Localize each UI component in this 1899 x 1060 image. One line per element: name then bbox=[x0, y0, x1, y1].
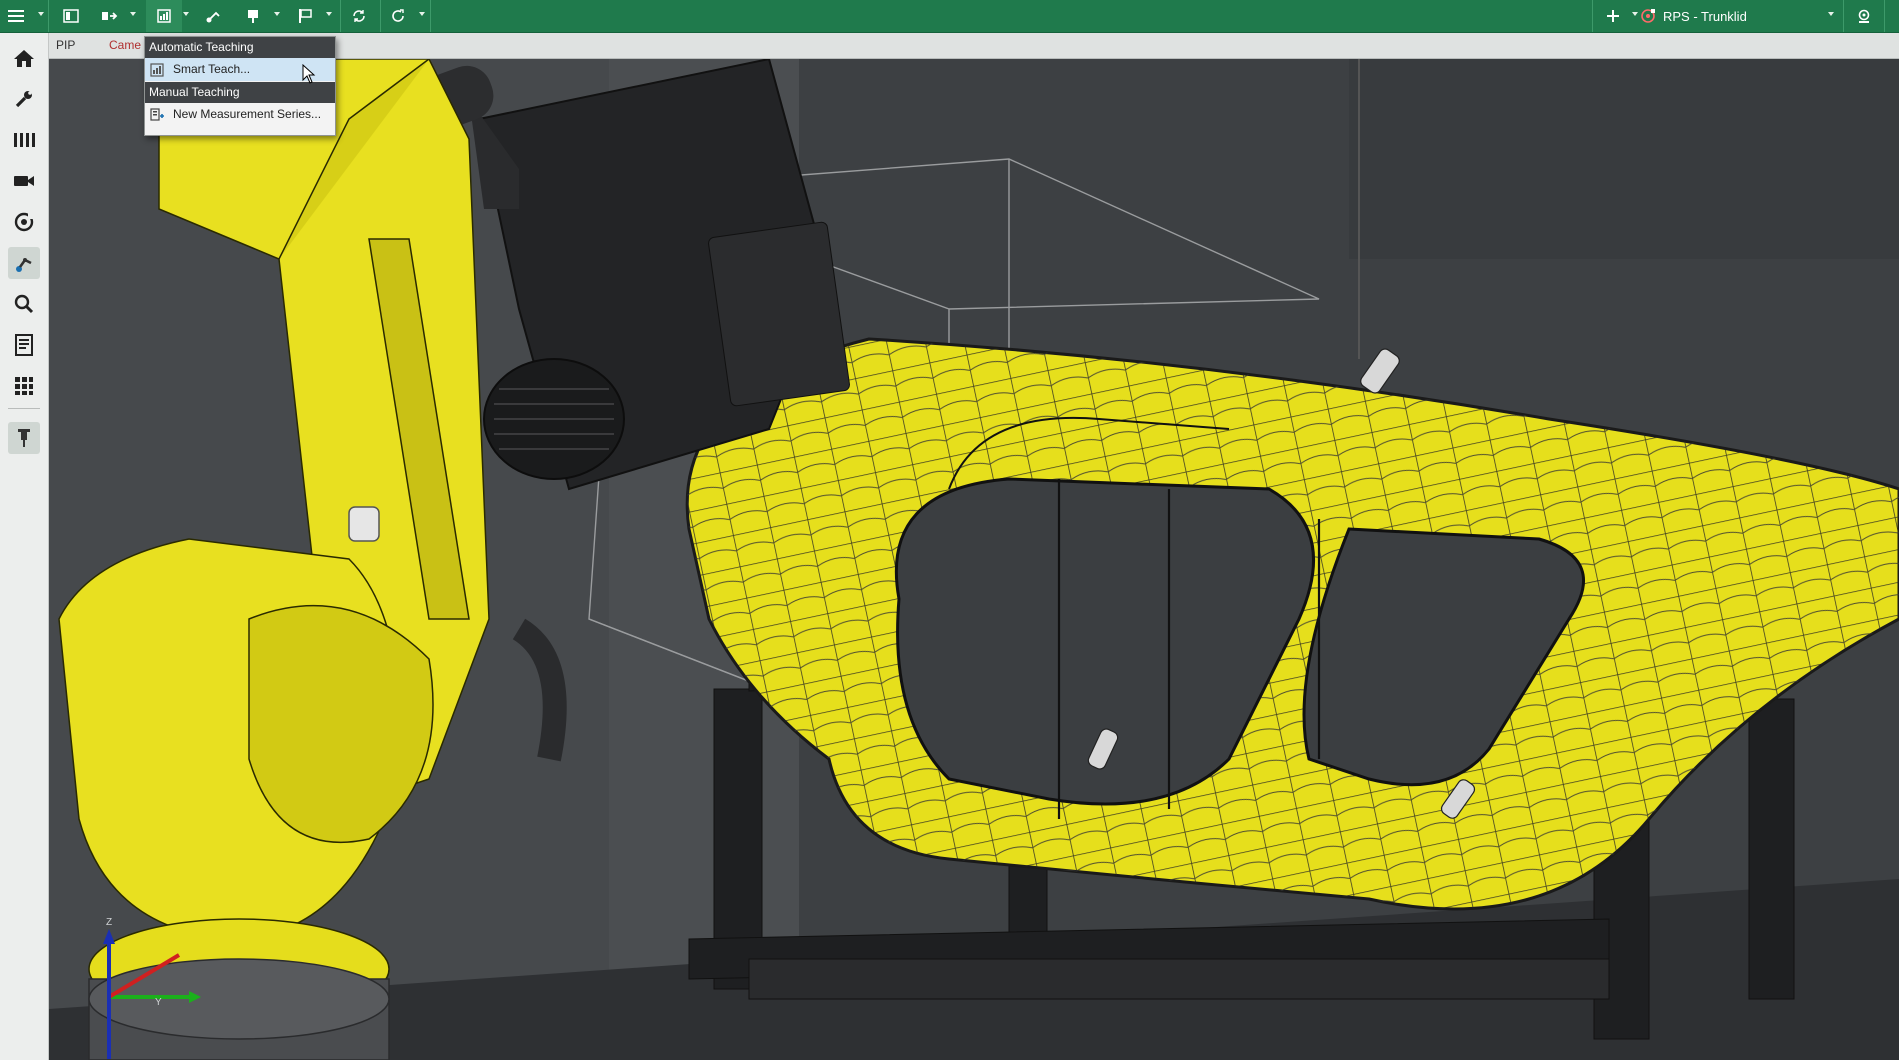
layout-panels-icon[interactable] bbox=[56, 0, 86, 32]
new-measurement-series-label: New Measurement Series... bbox=[173, 107, 322, 121]
chevron-down-icon[interactable] bbox=[274, 12, 280, 16]
scene-render: Z Y bbox=[49, 59, 1899, 1060]
chevron-down-icon[interactable] bbox=[419, 12, 425, 16]
path-tool-icon[interactable] bbox=[198, 0, 228, 32]
teach-icon bbox=[150, 62, 164, 85]
report-icon[interactable] bbox=[8, 329, 40, 361]
project-selector[interactable]: RPS - Trunklid bbox=[1640, 0, 1834, 32]
left-sidebar bbox=[0, 33, 49, 1060]
gauge-icon[interactable] bbox=[238, 0, 268, 32]
plus-icon[interactable] bbox=[1598, 0, 1628, 32]
chevron-down-icon[interactable] bbox=[38, 12, 44, 16]
hamburger-menu-icon[interactable] bbox=[0, 0, 32, 32]
rotate-view-icon[interactable] bbox=[8, 206, 40, 238]
measurement-series-icon bbox=[150, 107, 164, 130]
mouse-pointer-icon bbox=[302, 63, 316, 89]
project-name: RPS - Trunklid bbox=[1663, 8, 1747, 24]
move-robot-icon[interactable] bbox=[96, 0, 124, 32]
chevron-down-icon[interactable] bbox=[1828, 12, 1834, 16]
chevron-down-icon[interactable] bbox=[183, 12, 189, 16]
pin-icon[interactable] bbox=[8, 422, 40, 454]
columns-icon[interactable] bbox=[8, 124, 40, 156]
menu-item-new-measurement-series[interactable]: New Measurement Series... bbox=[145, 103, 335, 126]
wrench-icon[interactable] bbox=[8, 83, 40, 115]
teach-icon[interactable] bbox=[146, 0, 182, 32]
redo-icon[interactable] bbox=[384, 0, 414, 32]
3d-viewport[interactable]: Z Y bbox=[49, 59, 1899, 1060]
flag-icon[interactable] bbox=[290, 0, 320, 32]
grid-icon[interactable] bbox=[8, 370, 40, 402]
axis-label-z: Z bbox=[106, 917, 112, 928]
home-icon[interactable] bbox=[8, 42, 40, 74]
sync-icon[interactable] bbox=[344, 0, 374, 32]
robot-arm-icon[interactable] bbox=[8, 247, 40, 279]
tab-camera[interactable]: Came bbox=[102, 33, 148, 58]
chevron-down-icon[interactable] bbox=[326, 12, 332, 16]
main-toolbar: RPS - Trunklid bbox=[0, 0, 1899, 33]
chevron-down-icon[interactable] bbox=[130, 12, 136, 16]
menu-section-automatic-teaching: Automatic Teaching bbox=[145, 37, 335, 58]
video-camera-icon[interactable] bbox=[8, 165, 40, 197]
chevron-down-icon[interactable] bbox=[1632, 12, 1638, 16]
settings-icon[interactable] bbox=[1848, 0, 1880, 32]
rps-target-icon bbox=[1640, 8, 1656, 24]
axis-label-y: Y bbox=[155, 997, 162, 1008]
tab-pip[interactable]: PIP bbox=[49, 33, 82, 58]
smart-teach-label: Smart Teach... bbox=[173, 62, 251, 76]
magnifier-icon[interactable] bbox=[8, 288, 40, 320]
